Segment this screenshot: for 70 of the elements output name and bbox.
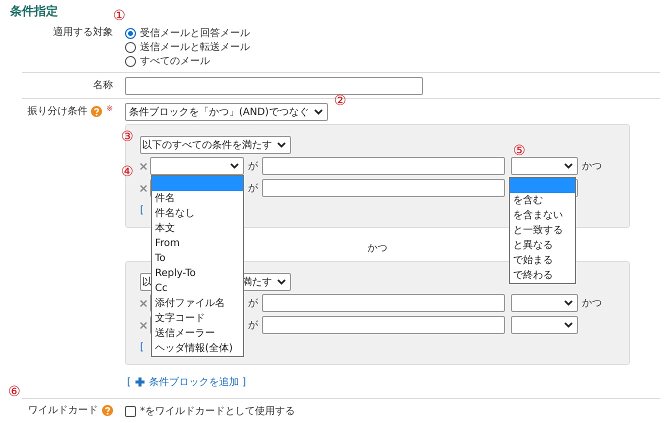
remove-icon	[140, 184, 147, 192]
option-label: 受信メールと回答メール	[140, 26, 250, 40]
particle-text: が	[248, 297, 258, 310]
dropdown-option[interactable]: 件名	[152, 191, 243, 206]
dropdown-option[interactable]: 文字コード	[152, 311, 243, 326]
dropdown-option[interactable]: で始まる	[510, 253, 575, 268]
remove-icon	[140, 300, 147, 306]
select-dropdown[interactable]	[511, 294, 578, 312]
select-dropdown[interactable]: 条件ブロックを「かつ」(AND)でつなぐ	[125, 103, 328, 121]
value-input[interactable]	[262, 179, 505, 197]
dropdown-option[interactable]: ヘッダ情報(全体)	[152, 341, 243, 356]
add-block-link[interactable]: [ 条件ブロックを追加 ]	[127, 375, 246, 389]
value-input[interactable]	[262, 316, 505, 334]
particle-text: が	[248, 182, 258, 195]
text-input[interactable]	[125, 77, 423, 95]
dropdown-option[interactable]: と一致する	[510, 223, 575, 238]
dropdown-option[interactable]: From	[152, 236, 243, 251]
dropdown-option[interactable]: と異なる	[510, 238, 575, 253]
particle-text: が	[248, 319, 258, 332]
field-label: ワイルドカード	[28, 404, 98, 418]
annotation-number: ④	[121, 165, 134, 179]
radio-button[interactable]	[125, 28, 136, 38]
field-label: 振り分け条件	[27, 105, 88, 119]
checkbox[interactable]	[125, 406, 136, 416]
annotation-number: ⑥	[8, 385, 21, 399]
dropdown-option[interactable]: 送信メーラー	[152, 326, 243, 341]
annotation-number: ⑤	[513, 144, 526, 158]
select-dropdown[interactable]	[150, 157, 244, 175]
caret-icon	[277, 279, 286, 285]
dropdown-option[interactable]: Reply-To	[152, 266, 243, 281]
option-label: すべてのメール	[140, 55, 210, 68]
dropdown-option[interactable]: To	[152, 251, 243, 266]
select-dropdown[interactable]	[511, 316, 578, 334]
caret-icon	[564, 300, 573, 306]
required-mark: ※	[106, 105, 113, 113]
remove-icon	[140, 322, 147, 328]
dropdown-option[interactable]: で終わる	[510, 268, 575, 283]
caret-icon	[564, 322, 573, 328]
dropdown-option[interactable]: 件名なし	[152, 206, 243, 221]
value-input[interactable]	[262, 294, 505, 312]
annotation-number: ②	[334, 94, 346, 108]
dropdown-option[interactable]: 本文	[152, 221, 243, 236]
radio-button[interactable]	[125, 56, 136, 66]
field-label: 名称	[93, 79, 113, 93]
option-label: 送信メールと転送メール	[140, 41, 250, 54]
caret-icon	[314, 109, 323, 115]
dropdown-option[interactable]: Cc	[152, 281, 243, 296]
field-label: 適用する対象	[53, 26, 113, 40]
annotation-number: ③	[121, 130, 134, 144]
caret-icon	[230, 163, 239, 169]
caret-icon	[564, 163, 573, 169]
radio-button[interactable]	[125, 42, 136, 52]
dropdown-option[interactable]: を含まない	[510, 208, 575, 223]
select-dropdown[interactable]: 以下のすべての条件を満たす	[140, 136, 291, 154]
option-label: *をワイルドカードとして使用する	[140, 405, 295, 418]
annotation-number: ①	[113, 9, 126, 23]
particle-text: が	[248, 160, 258, 173]
joiner-text: かつ	[582, 297, 602, 310]
joiner-text: かつ	[582, 160, 602, 173]
add-condition-link[interactable]: [	[140, 342, 144, 352]
joiner-text: かつ	[368, 242, 388, 256]
dropdown-option[interactable]: を含む	[510, 193, 575, 208]
add-condition-link[interactable]: [	[140, 204, 144, 216]
plus-icon	[134, 377, 145, 387]
value-input[interactable]	[262, 157, 505, 175]
section-title: 条件指定	[10, 4, 58, 20]
caret-icon	[277, 142, 286, 148]
dropdown-option[interactable]: 添付ファイル名	[152, 296, 243, 311]
remove-icon	[140, 162, 147, 170]
select-dropdown[interactable]	[511, 157, 578, 175]
